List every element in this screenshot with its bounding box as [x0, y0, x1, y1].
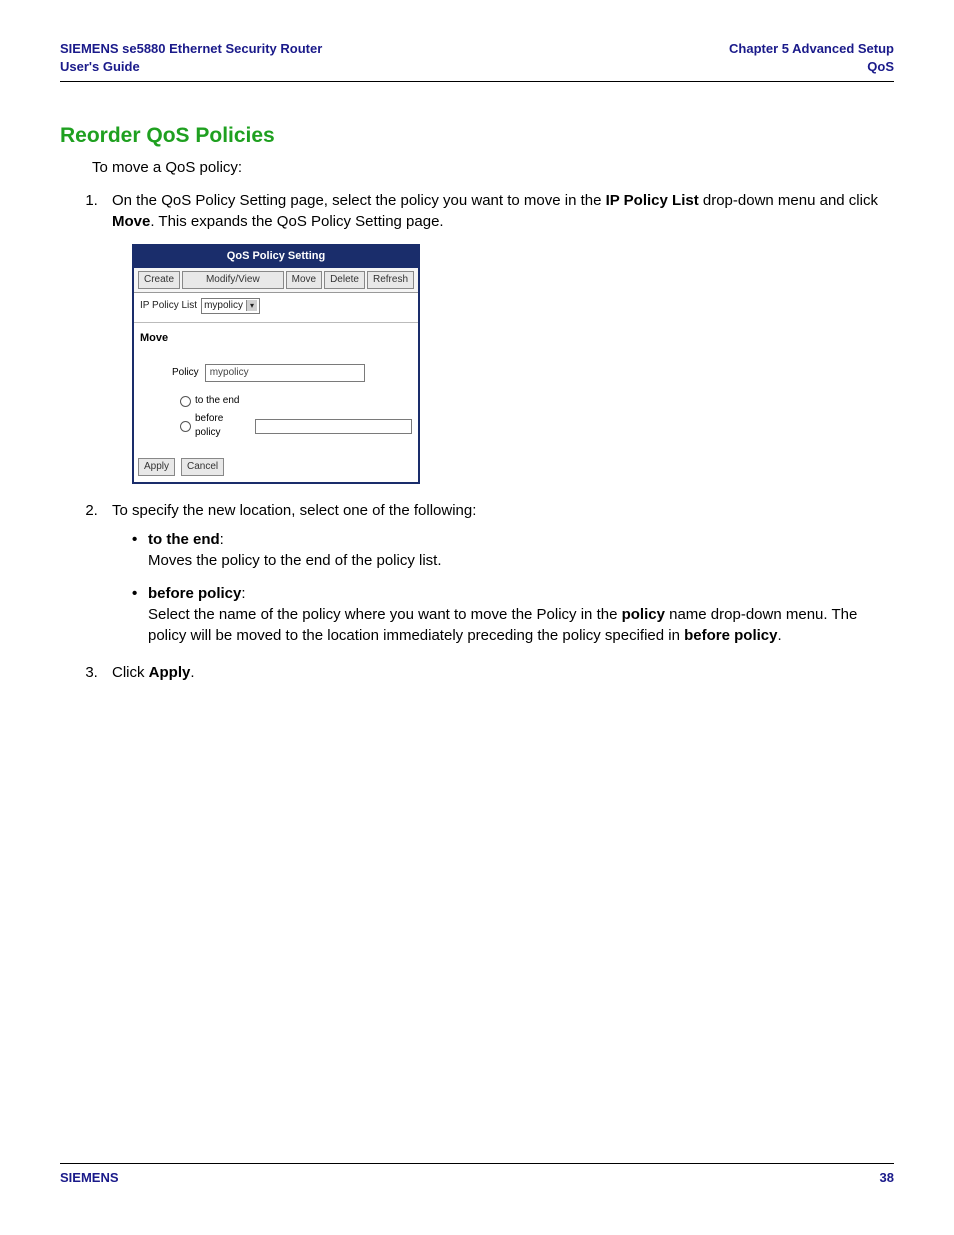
radio-before-policy[interactable]: before policy	[180, 412, 412, 440]
panel-titlebar: QoS Policy Setting	[134, 246, 418, 267]
sub-b-body3: .	[777, 627, 781, 644]
step2-text: To specify the new location, select one …	[112, 502, 476, 519]
step1-part-c: drop-down menu and click	[699, 192, 878, 209]
step3-c: .	[190, 664, 194, 681]
apply-button[interactable]: Apply	[138, 458, 175, 476]
footer-brand: SIEMENS	[60, 1170, 119, 1185]
dropdown-icon: ▾	[246, 300, 257, 311]
panel-toolbar: Create Modify/View Move Delete Refresh	[134, 268, 418, 293]
ip-policy-list-select[interactable]: mypolicy ▾	[201, 298, 260, 314]
sub-a-bold: to the end	[148, 531, 220, 548]
header-product-line2: User's Guide	[60, 58, 322, 76]
before-policy-select[interactable]	[255, 419, 412, 434]
sub-b-bold1: policy	[622, 606, 665, 623]
delete-button[interactable]: Delete	[324, 271, 365, 289]
step1-part-e: . This expands the QoS Policy Setting pa…	[150, 213, 443, 230]
header-chapter: Chapter 5 Advanced Setup	[729, 40, 894, 58]
step2-sub-list: to the end: Moves the policy to the end …	[112, 529, 894, 646]
cancel-button[interactable]: Cancel	[181, 458, 224, 476]
page-header: SIEMENS se5880 Ethernet Security Router …	[60, 40, 894, 82]
radio-icon	[180, 421, 191, 432]
move-section: Move Policy mypolicy to the end before p…	[134, 322, 418, 452]
step-3: Click Apply.	[102, 662, 894, 683]
sub-b-colon: :	[241, 585, 245, 602]
intro-text: To move a QoS policy:	[92, 158, 894, 178]
refresh-button[interactable]: Refresh	[367, 271, 414, 289]
sub-before-policy: before policy: Select the name of the po…	[132, 583, 894, 646]
step1-bold-ip-policy-list: IP Policy List	[606, 192, 699, 209]
footer-page-number: 38	[880, 1170, 894, 1185]
ip-policy-list-label: IP Policy List	[140, 299, 197, 313]
header-section: QoS	[729, 58, 894, 76]
sub-a-colon: :	[220, 531, 224, 548]
step1-part-a: On the QoS Policy Setting page, select t…	[112, 192, 606, 209]
sub-a-body: Moves the policy to the end of the polic…	[148, 552, 442, 569]
radio-to-end-label: to the end	[195, 394, 239, 408]
sub-b-bold2: before policy	[684, 627, 777, 644]
move-button[interactable]: Move	[286, 271, 322, 289]
sub-to-the-end: to the end: Moves the policy to the end …	[132, 529, 894, 571]
sub-b-body1: Select the name of the policy where you …	[148, 606, 622, 623]
policy-label: Policy	[172, 366, 199, 380]
steps-list: On the QoS Policy Setting page, select t…	[60, 190, 894, 683]
section-title: Reorder QoS Policies	[60, 124, 894, 148]
step-2: To specify the new location, select one …	[102, 500, 894, 646]
radio-before-label: before policy	[195, 412, 252, 440]
step3-a: Click	[112, 664, 149, 681]
page-footer: SIEMENS 38	[60, 1163, 894, 1185]
create-button[interactable]: Create	[138, 271, 180, 289]
panel-footer: Apply Cancel	[134, 452, 418, 482]
qos-policy-setting-panel: QoS Policy Setting Create Modify/View Mo…	[132, 244, 420, 484]
policy-row: Policy mypolicy	[172, 364, 412, 382]
header-product-line1: SIEMENS se5880 Ethernet Security Router	[60, 40, 322, 58]
step3-bold-apply: Apply	[149, 664, 191, 681]
ip-policy-list-value: mypolicy	[204, 299, 243, 313]
step1-bold-move: Move	[112, 213, 150, 230]
radio-icon	[180, 396, 191, 407]
move-section-label: Move	[140, 331, 412, 346]
radio-to-the-end[interactable]: to the end	[180, 394, 412, 408]
ip-policy-list-row: IP Policy List mypolicy ▾	[134, 293, 418, 322]
modify-view-button[interactable]: Modify/View	[182, 271, 284, 289]
sub-b-bold: before policy	[148, 585, 241, 602]
step-1: On the QoS Policy Setting page, select t…	[102, 190, 894, 484]
policy-input[interactable]: mypolicy	[205, 364, 365, 382]
